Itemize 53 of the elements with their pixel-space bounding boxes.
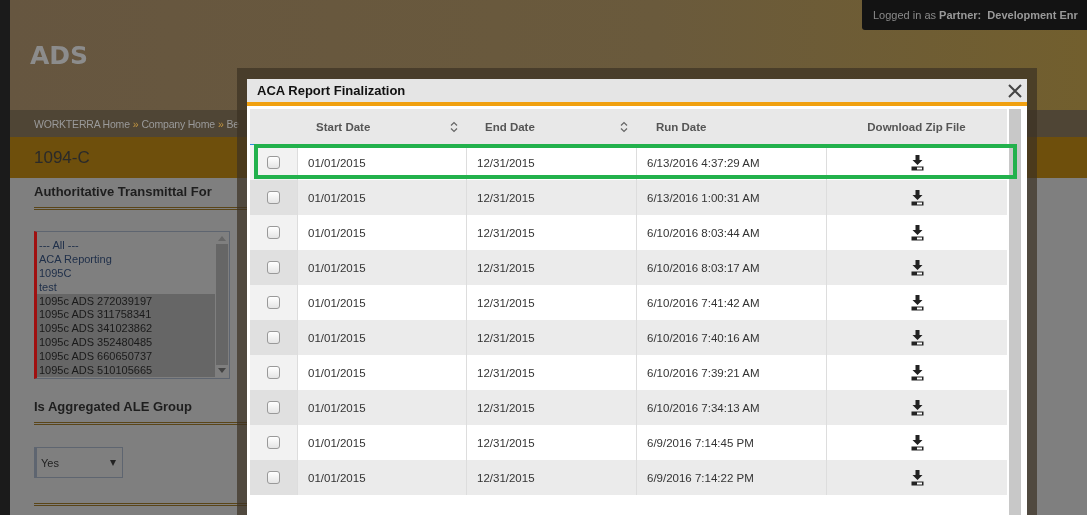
list-option[interactable]: 1095c ADS 311758341 [37,307,215,322]
download-icon[interactable] [910,294,924,311]
list-option[interactable]: 1095c ADS 272039197 [37,293,215,308]
checkbox[interactable] [267,226,280,239]
section-heading: Authoritative Transmittal For [34,183,212,201]
list-option[interactable]: 1095c ADS 660650737 [37,349,215,363]
table-cell: 6/9/2016 7:14:22 PM [636,460,826,495]
dropdown[interactable]: Yes [34,447,123,478]
breadcrumb-separator: » [132,117,139,130]
download-icon[interactable] [910,259,924,276]
checkbox[interactable] [267,436,280,449]
download-icon[interactable] [910,469,924,486]
checkbox[interactable] [267,261,280,274]
section-heading: Is Aggregated ALE Group [34,398,192,416]
page-title: 1094-C [34,147,90,168]
list-box[interactable]: --- All --- ACA Reporting 1095C test 1095c ADS 272039197 1095c ADS 311758341 1095c ADS 341023862 1095c ADS 352480485 1095c ADS 660650737 1095c ADS 510105665 [34,231,230,379]
checkbox[interactable] [267,156,280,169]
column-header[interactable]: Start Date [297,109,466,144]
list-option[interactable]: 1095c ADS 341023862 [37,321,215,336]
dialog-title: ACA Report Finalization [257,83,406,98]
breadcrumb-separator: » [217,117,224,130]
download-icon[interactable] [910,224,924,241]
caret-icon [110,459,116,466]
download-icon[interactable] [910,434,924,451]
breadcrumb-link[interactable]: WORKTERRA Home [34,117,130,130]
table-cell: 12/31/2015 [466,460,636,495]
download-icon[interactable] [910,189,924,206]
download-icon[interactable] [910,364,924,381]
checkbox[interactable] [267,191,280,204]
scrollbar[interactable] [1009,109,1021,515]
download-icon[interactable] [910,399,924,416]
checkbox[interactable] [267,331,280,344]
column-header[interactable]: Run Date [636,109,826,144]
list-option[interactable]: test [37,279,215,294]
checkbox[interactable] [267,366,280,379]
column-header[interactable]: End Date [466,109,636,144]
list-option[interactable]: --- All --- [37,238,215,252]
list-option[interactable]: 1095c ADS 352480485 [37,335,215,350]
download-icon[interactable] [910,329,924,346]
checkbox[interactable] [267,296,280,309]
checkbox[interactable] [267,401,280,414]
list-option[interactable]: 1095c ADS 510105665 [37,363,215,377]
column-header[interactable]: Download Zip File [826,109,1007,144]
breadcrumb-link[interactable]: Company Home [141,117,215,130]
login-info: Logged in as Partner: Development Enr [873,9,1078,21]
checkbox[interactable] [267,471,280,484]
list-option[interactable]: ACA Reporting [37,251,215,266]
download-icon[interactable] [910,154,924,171]
breadcrumb-link[interactable]: Be [226,117,239,130]
table-cell: 01/01/2015 [297,460,466,495]
close-icon[interactable] [1008,83,1022,98]
list-option[interactable]: 1095C [37,265,215,280]
logo-text: ADS [30,40,89,70]
